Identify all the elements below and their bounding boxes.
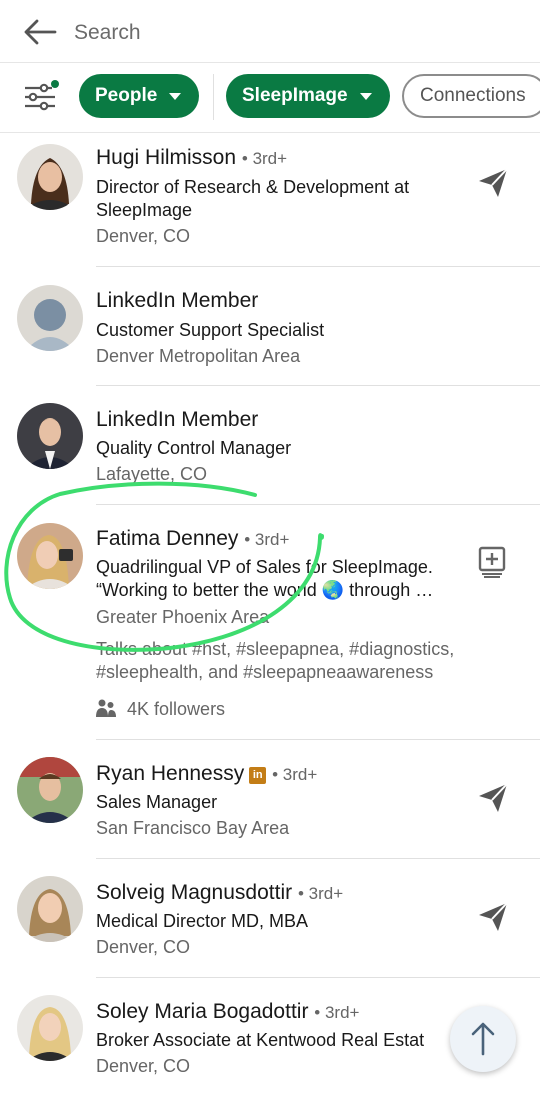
avatar[interactable] <box>17 144 83 210</box>
avatar-placeholder[interactable] <box>17 285 83 351</box>
search-result-item[interactable]: LinkedIn Member Customer Support Special… <box>0 267 540 386</box>
company-filter-button[interactable]: SleepImage <box>226 74 390 118</box>
search-result-item[interactable]: Ryan Hennessy in • 3rd+ Sales Manager San… <box>0 740 540 859</box>
search-result-item[interactable]: Fatima Denney • 3rd+ Quadrilingual VP of… <box>0 505 540 740</box>
result-location: Denver, CO <box>96 226 191 246</box>
filter-bar: People SleepImage Connections <box>0 62 540 133</box>
back-arrow-icon[interactable] <box>20 14 60 50</box>
filter-divider <box>213 74 214 120</box>
followers-count: 4K followers <box>127 699 226 719</box>
avatar[interactable] <box>17 876 83 942</box>
caret-down-icon <box>359 92 372 100</box>
connection-degree: • 3rd+ <box>297 884 344 903</box>
followers-line: 4K followers <box>96 699 225 720</box>
result-location: Denver, CO <box>96 1056 191 1076</box>
result-name[interactable]: LinkedIn Member <box>96 289 258 313</box>
result-name-line[interactable]: Soley Maria Bogadottir • 3rd+ <box>96 1000 359 1024</box>
result-headline-2: “Working to better the world 🌏 through … <box>96 580 434 600</box>
search-result-item[interactable]: Hugi Hilmisson • 3rd+ Director of Resear… <box>0 132 540 267</box>
result-name-line[interactable]: Hugi Hilmisson • 3rd+ <box>96 146 287 170</box>
scroll-to-top-button[interactable] <box>450 1006 516 1072</box>
result-headline: Medical Director MD, MBA <box>96 911 309 931</box>
result-location: Greater Phoenix Area <box>96 607 270 627</box>
result-name[interactable]: Hugi Hilmisson <box>96 146 236 169</box>
connection-degree: • 3rd+ <box>241 149 288 168</box>
result-headline-2: SleepImage <box>96 200 193 220</box>
result-headline: Quality Control Manager <box>96 438 292 458</box>
search-result-item[interactable]: LinkedIn Member Quality Control Manager … <box>0 386 540 505</box>
result-name-line[interactable]: Fatima Denney • 3rd+ <box>96 527 289 551</box>
avatar[interactable] <box>17 403 83 469</box>
caret-down-icon <box>169 92 182 100</box>
search-input[interactable] <box>72 14 516 52</box>
connection-degree: • 3rd+ <box>244 530 290 549</box>
result-location: Denver Metropolitan Area <box>96 346 301 366</box>
send-icon[interactable] <box>476 781 510 815</box>
arrow-up-icon <box>471 1022 495 1056</box>
top-bar <box>0 0 540 63</box>
result-headline: Sales Manager <box>96 792 218 812</box>
talks-about-2: #sleephealth, and #sleepapneaawareness <box>96 662 434 682</box>
result-headline: Quadrilingual VP of Sales for SleepImage… <box>96 557 433 577</box>
result-location: Denver, CO <box>96 937 191 957</box>
result-headline: Director of Research & Development at <box>96 177 410 197</box>
result-headline: Customer Support Specialist <box>96 320 325 340</box>
people-icon <box>96 699 116 717</box>
avatar[interactable] <box>17 995 83 1061</box>
search-result-item[interactable]: Solveig Magnusdottir • 3rd+ Medical Dire… <box>0 859 540 978</box>
connection-degree: • 3rd+ <box>272 765 318 784</box>
avatar[interactable] <box>17 523 83 589</box>
people-filter-label: People <box>95 85 158 106</box>
send-icon[interactable] <box>476 900 510 934</box>
premium-badge-icon: in <box>249 767 267 784</box>
result-location: Lafayette, CO <box>96 464 208 484</box>
result-name[interactable]: Fatima Denney <box>96 527 238 550</box>
result-location: San Francisco Bay Area <box>96 818 290 838</box>
result-name-line[interactable]: Ryan Hennessy in • 3rd+ <box>96 762 317 786</box>
result-name[interactable]: LinkedIn Member <box>96 408 258 432</box>
people-filter-button[interactable]: People <box>79 74 200 118</box>
result-name[interactable]: Soley Maria Bogadottir <box>96 1000 308 1023</box>
result-name-line[interactable]: Solveig Magnusdottir • 3rd+ <box>96 881 343 905</box>
filter-settings-icon[interactable] <box>22 79 62 115</box>
talks-about: Talks about #hst, #sleepapnea, #diagnost… <box>96 639 455 659</box>
result-name[interactable]: Ryan Hennessy <box>96 762 244 785</box>
company-filter-label: SleepImage <box>242 85 348 106</box>
connections-filter-label: Connections <box>420 85 526 106</box>
avatar[interactable] <box>17 757 83 823</box>
connection-degree: • 3rd+ <box>314 1003 360 1022</box>
follow-icon[interactable] <box>476 545 510 579</box>
send-icon[interactable] <box>476 166 510 200</box>
result-headline: Broker Associate at Kentwood Real Estat <box>96 1030 425 1050</box>
connections-filter-button[interactable]: Connections <box>402 74 540 118</box>
result-name[interactable]: Solveig Magnusdottir <box>96 881 292 904</box>
